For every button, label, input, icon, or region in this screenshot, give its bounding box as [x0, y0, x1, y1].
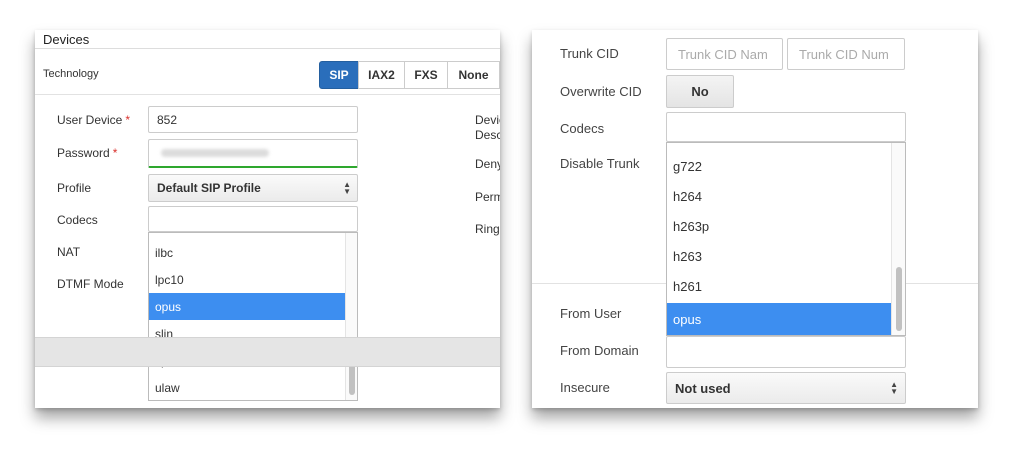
from-domain-input[interactable] [666, 336, 906, 368]
device-description-label: Devic [475, 113, 500, 127]
dtmf-mode-label: DTMF Mode [57, 277, 124, 291]
codec-option[interactable]: ilbc [149, 239, 345, 266]
codecs-label: Codecs [560, 121, 605, 136]
device-description-label-line2: Descr [475, 128, 500, 142]
dropdown-scrollbar[interactable] [345, 233, 357, 400]
user-device-input[interactable]: 852 [148, 106, 358, 133]
codecs-dropdown-list[interactable]: ilbc lpc10 opus slin speex ulaw [148, 232, 358, 401]
from-user-label: From User [560, 306, 622, 321]
codec-option[interactable]: g722 [667, 151, 893, 181]
password-masked-value [161, 149, 269, 157]
codec-option[interactable]: ulaw [149, 374, 345, 401]
codecs-search-input[interactable] [666, 112, 906, 142]
trunk-cid-name-placeholder: Trunk CID Nam [678, 46, 768, 62]
codec-option[interactable]: h263 [667, 241, 893, 271]
footer-bar [35, 337, 500, 367]
required-marker: * [125, 113, 131, 127]
technology-segmented-control: SIP IAX2 FXS None [319, 61, 500, 89]
insecure-select[interactable]: Not used ▲ ▼ [666, 372, 906, 404]
tech-iax2-button[interactable]: IAX2 [358, 61, 405, 89]
codec-option[interactable]: h263p [667, 211, 893, 241]
divider [35, 94, 500, 95]
scrollbar-thumb[interactable] [896, 267, 902, 331]
trunk-panel: Trunk CID Trunk CID Nam Trunk CID Num Ov… [532, 30, 978, 408]
codecs-dropdown-list[interactable]: g722 h264 h263p h263 h261 opus [666, 142, 906, 336]
from-domain-label: From Domain [560, 343, 639, 358]
trunk-cid-label: Trunk CID [560, 46, 619, 61]
codecs-label: Codecs [57, 213, 98, 227]
profile-select[interactable]: Default SIP Profile ▲ ▼ [148, 174, 358, 202]
technology-label: Technology [43, 68, 99, 80]
codec-option[interactable]: lpc10 [149, 266, 345, 293]
devices-panel: Devices Technology SIP IAX2 FXS None Use… [35, 30, 500, 408]
password-input[interactable] [148, 139, 358, 168]
overwrite-cid-toggle[interactable]: No [666, 75, 734, 108]
insecure-label: Insecure [560, 380, 610, 395]
codec-option-selected[interactable]: opus [667, 303, 893, 335]
required-marker: * [112, 146, 118, 160]
password-label: Password * [57, 146, 118, 160]
section-divider [35, 48, 500, 49]
trunk-cid-number-input[interactable]: Trunk CID Num [787, 38, 905, 70]
insecure-value: Not used [675, 380, 731, 396]
section-title: Devices [43, 32, 90, 47]
codecs-search-input[interactable] [148, 206, 358, 232]
deny-label: Deny [475, 157, 500, 171]
user-device-label: User Device * [57, 113, 131, 127]
select-arrows-icon: ▲ ▼ [890, 380, 898, 396]
disable-trunk-label: Disable Trunk [560, 156, 640, 171]
tech-fxs-button[interactable]: FXS [404, 61, 448, 89]
permit-label: Perm [475, 190, 500, 204]
codec-option-selected[interactable]: opus [149, 293, 345, 320]
select-arrows-icon: ▲ ▼ [343, 180, 351, 196]
tech-none-button[interactable]: None [447, 61, 500, 89]
nat-label: NAT [57, 245, 81, 259]
user-device-value: 852 [157, 112, 178, 127]
overwrite-cid-value: No [691, 84, 709, 99]
trunk-cid-number-placeholder: Trunk CID Num [799, 46, 889, 62]
codec-option[interactable]: h261 [667, 271, 893, 301]
codec-option[interactable]: h264 [667, 181, 893, 211]
profile-label: Profile [57, 181, 92, 195]
dropdown-scrollbar[interactable] [891, 143, 905, 335]
tech-sip-button[interactable]: SIP [319, 61, 359, 89]
overwrite-cid-label: Overwrite CID [560, 84, 642, 99]
trunk-cid-name-input[interactable]: Trunk CID Nam [666, 38, 783, 70]
profile-value: Default SIP Profile [157, 181, 261, 195]
ring-label: Ring [475, 222, 500, 236]
